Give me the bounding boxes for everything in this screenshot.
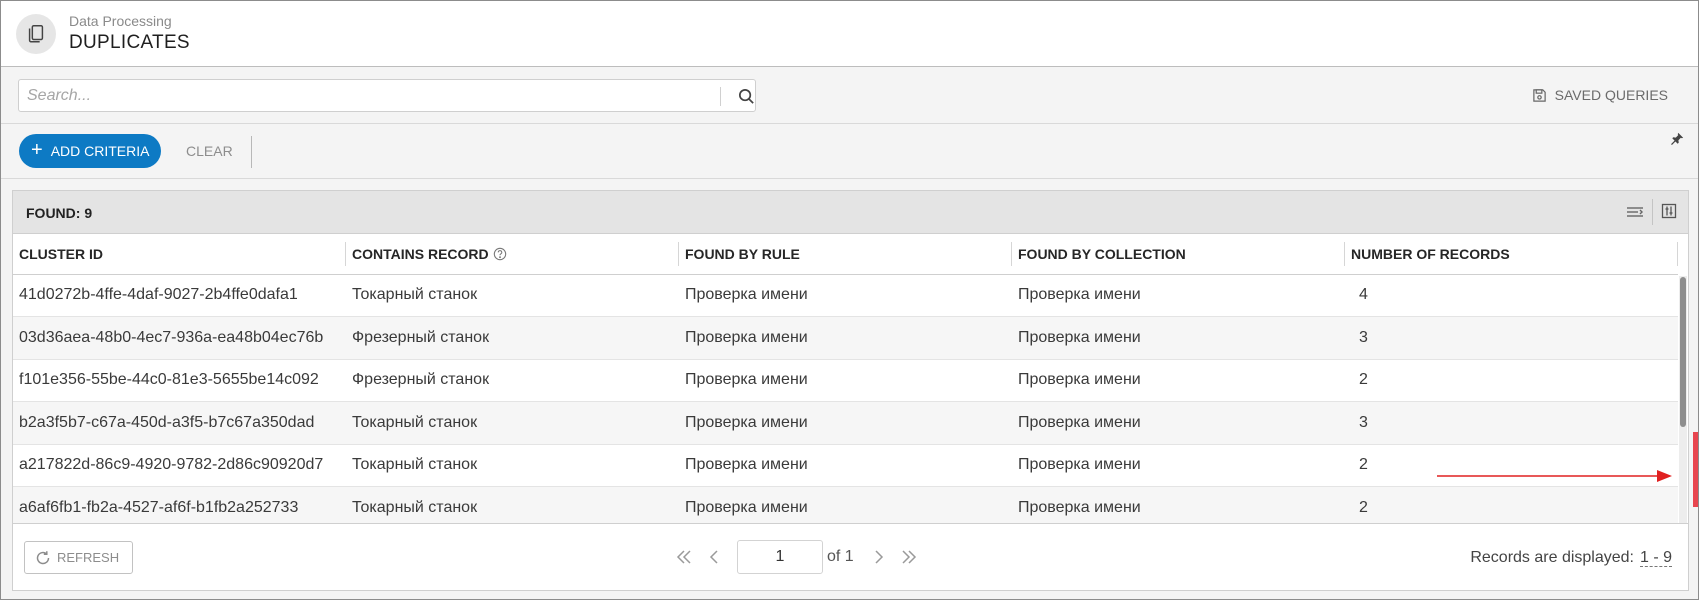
cell-contains-record: Токарный станок: [346, 401, 679, 445]
table-scrollbar[interactable]: [1679, 276, 1687, 536]
cell-found-by-rule: Проверка имени: [679, 444, 1012, 487]
cell-found-by-collection: Проверка имени: [1012, 359, 1345, 402]
header-divider: [1652, 199, 1653, 225]
table-row[interactable]: 03d36aea-48b0-4ec7-936a-ea48b04ec76b Фре…: [13, 316, 1678, 360]
cell-contains-record: Токарный станок: [346, 444, 679, 487]
cell-contains-record: Токарный станок: [346, 274, 679, 317]
column-header-found-by-collection[interactable]: FOUND BY COLLECTION: [1012, 234, 1345, 275]
list-settings-icon[interactable]: [1626, 204, 1644, 220]
column-header-found-by-rule[interactable]: FOUND BY RULE: [679, 234, 1012, 275]
next-page-button[interactable]: [864, 540, 894, 574]
table-row[interactable]: f101e356-55be-44c0-81e3-5655be14c092 Фре…: [13, 359, 1678, 402]
cell-contains-record: Фрезерный станок: [346, 359, 679, 402]
cell-cluster-id: a217822d-86c9-4920-9782-2d86c90920d7: [13, 444, 346, 487]
cell-found-by-rule: Проверка имени: [679, 359, 1012, 402]
results-footer: REFRESH of 1 Records are disp: [13, 523, 1688, 590]
annotation-arrow-icon: [1437, 470, 1672, 482]
records-displayed-label: Records are displayed:: [1470, 549, 1634, 566]
chevron-right-icon: [875, 550, 883, 564]
table-row[interactable]: a217822d-86c9-4920-9782-2d86c90920d7 Ток…: [13, 444, 1678, 487]
add-criteria-label: ADD CRITERIA: [50, 143, 150, 159]
double-chevron-left-icon: [676, 550, 691, 564]
pin-icon[interactable]: [1670, 132, 1684, 146]
table-row[interactable]: 41d0272b-4ffe-4daf-9027-2b4ffe0dafa1 Ток…: [13, 274, 1678, 317]
plus-icon: +: [31, 139, 43, 161]
search-icon[interactable]: [737, 87, 756, 106]
column-header-cluster-id[interactable]: CLUSTER ID: [13, 234, 346, 275]
saved-queries-label: SAVED QUERIES: [1554, 87, 1668, 103]
search-input[interactable]: [19, 80, 719, 111]
previous-page-button[interactable]: [699, 540, 729, 574]
add-criteria-button[interactable]: + ADD CRITERIA: [19, 134, 161, 168]
column-separator: [1677, 242, 1678, 266]
search-toolbar: SAVED QUERIES: [1, 67, 1698, 124]
column-header-label: CLUSTER ID: [19, 245, 103, 262]
column-header-label: CONTAINS RECORD: [352, 245, 489, 262]
cell-number-of-records: 2: [1345, 359, 1678, 402]
cell-number-of-records: 4: [1345, 274, 1678, 317]
cell-number-of-records: 3: [1345, 401, 1678, 445]
annotation-marker: [1693, 432, 1698, 507]
cell-found-by-collection: Проверка имени: [1012, 316, 1345, 360]
cell-number-of-records: 3: [1345, 316, 1678, 360]
cell-found-by-collection: Проверка имени: [1012, 274, 1345, 317]
app-frame: Data Processing DUPLICATES SAVED QUERIES…: [0, 0, 1699, 600]
double-chevron-right-icon: [902, 550, 916, 564]
column-header-contains-record[interactable]: CONTAINS RECORD: [346, 234, 679, 275]
page-title: DUPLICATES: [69, 32, 190, 53]
chevron-left-icon: [709, 550, 718, 564]
refresh-label: REFRESH: [57, 550, 120, 565]
help-icon[interactable]: [493, 247, 507, 261]
clear-button[interactable]: CLEAR: [186, 143, 233, 159]
column-header-label: FOUND BY COLLECTION: [1018, 245, 1186, 262]
duplicates-table: CLUSTER ID CONTAINS RECORD FOUND BY RULE…: [13, 234, 1678, 530]
cell-cluster-id: 03d36aea-48b0-4ec7-936a-ea48b04ec76b: [13, 316, 346, 360]
records-range[interactable]: 1 - 9: [1639, 549, 1672, 567]
refresh-icon: [36, 550, 50, 564]
page-number-input[interactable]: [737, 540, 823, 574]
cell-cluster-id: 41d0272b-4ffe-4daf-9027-2b4ffe0dafa1: [13, 274, 346, 317]
column-header-label: NUMBER OF RECORDS: [1351, 245, 1510, 262]
cell-found-by-collection: Проверка имени: [1012, 444, 1345, 487]
column-settings-icon[interactable]: [1661, 203, 1677, 219]
table-row[interactable]: b2a3f5b7-c67a-450d-a3f5-b7c67a350dad Ток…: [13, 401, 1678, 445]
cell-cluster-id: f101e356-55be-44c0-81e3-5655be14c092: [13, 359, 346, 402]
criteria-toolbar: + ADD CRITERIA CLEAR: [1, 124, 1698, 179]
column-header-label: FOUND BY RULE: [685, 245, 800, 262]
search-divider: [720, 87, 721, 106]
pagination: of 1: [669, 540, 924, 574]
cell-found-by-rule: Проверка имени: [679, 274, 1012, 317]
refresh-button[interactable]: REFRESH: [24, 541, 133, 574]
cell-found-by-rule: Проверка имени: [679, 316, 1012, 360]
cell-contains-record: Фрезерный станок: [346, 316, 679, 360]
cell-cluster-id: b2a3f5b7-c67a-450d-a3f5-b7c67a350dad: [13, 401, 346, 445]
results-header: FOUND: 9: [13, 191, 1688, 234]
records-displayed: Records are displayed: 1 - 9: [1470, 549, 1672, 567]
page-header: Data Processing DUPLICATES: [1, 1, 1698, 67]
cell-found-by-collection: Проверка имени: [1012, 401, 1345, 445]
table-header-row: CLUSTER ID CONTAINS RECORD FOUND BY RULE…: [13, 234, 1678, 275]
saved-queries-button[interactable]: SAVED QUERIES: [1532, 87, 1668, 103]
search-box: [18, 79, 756, 112]
save-icon: [1532, 88, 1546, 102]
first-page-button[interactable]: [669, 540, 699, 574]
cell-found-by-rule: Проверка имени: [679, 401, 1012, 445]
last-page-button[interactable]: [894, 540, 924, 574]
found-count: FOUND: 9: [26, 205, 93, 221]
scrollbar-thumb[interactable]: [1680, 277, 1686, 427]
page-subtitle: Data Processing: [69, 13, 172, 29]
criteria-divider: [251, 136, 252, 168]
column-header-number-of-records[interactable]: NUMBER OF RECORDS: [1345, 234, 1678, 275]
documents-icon: [16, 14, 56, 54]
results-panel: FOUND: 9 CLUSTER ID CONTAINS RECORD FOUN…: [12, 190, 1689, 591]
page-total: of 1: [827, 548, 854, 565]
